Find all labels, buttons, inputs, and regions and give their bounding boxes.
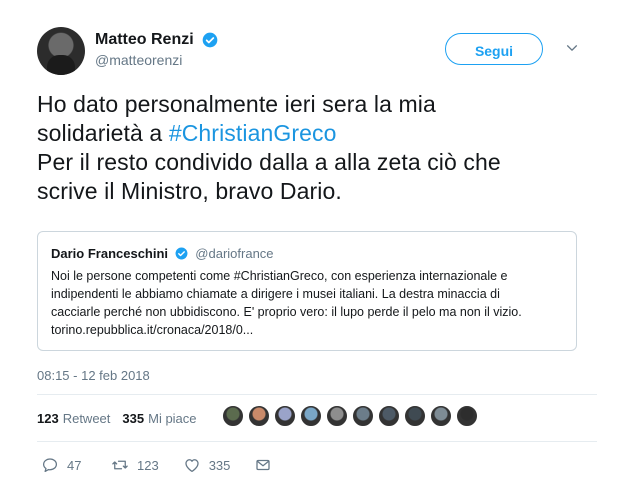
quoted-header: Dario Franceschini @dariofrance <box>51 246 274 261</box>
quoted-text-line: Noi le persone competenti come #Christia… <box>51 269 508 283</box>
like-label[interactable]: Mi piace <box>148 411 196 426</box>
follow-button[interactable]: Segui <box>445 33 543 65</box>
envelope-icon <box>256 459 271 471</box>
tweet-card: Matteo Renzi @matteorenzi Segui Ho dato … <box>0 0 617 478</box>
quoted-link[interactable]: torino.repubblica.it/cronaca/2018/0... <box>51 321 571 339</box>
liker-avatar[interactable] <box>326 405 348 427</box>
heart-icon <box>185 459 199 473</box>
tweet-text-line: scrive il Ministro, bravo Dario. <box>37 178 342 204</box>
tweet-timestamp[interactable]: 08:15 - 12 feb 2018 <box>37 368 150 383</box>
retweet-label[interactable]: Retweet <box>63 411 111 426</box>
tweet-header: Matteo Renzi @matteorenzi Segui <box>37 27 587 79</box>
author-info: Matteo Renzi @matteorenzi <box>95 31 218 68</box>
reply-count: 47 <box>67 457 82 473</box>
tweet-text-segment: solidarietà a <box>37 120 169 146</box>
tweet-stats: 123 Retweet 335 Mi piace <box>37 405 209 431</box>
liker-avatar[interactable] <box>222 405 244 427</box>
liker-avatars <box>222 405 482 427</box>
liker-avatar[interactable] <box>352 405 374 427</box>
like-action-count: 335 <box>208 457 231 473</box>
quoted-text-line: cacciarle perché non ubbidiscono. E' pro… <box>51 305 522 319</box>
quoted-text-line: indipendenti le abbiamo chiamate a dirig… <box>51 287 500 301</box>
author-name[interactable]: Matteo Renzi <box>95 31 194 49</box>
retweet-button[interactable]: 123 <box>111 456 159 474</box>
tweet-text: Ho dato personalmente ieri sera la mia s… <box>37 90 597 206</box>
tweet-text-line: Ho dato personalmente ieri sera la mia <box>37 91 436 117</box>
like-count[interactable]: 335 <box>122 411 144 426</box>
chevron-down-icon[interactable] <box>565 41 579 55</box>
tweet-text-line: solidarietà a #ChristianGreco <box>37 119 597 148</box>
retweet-count[interactable]: 123 <box>37 411 59 426</box>
reply-icon <box>42 458 58 473</box>
tweet-actions: 47 123 335 <box>41 456 304 474</box>
reply-button[interactable]: 47 <box>41 456 87 474</box>
liker-avatar[interactable] <box>300 405 322 427</box>
liker-avatar[interactable] <box>248 405 270 427</box>
quoted-author-handle: @dariofrance <box>195 246 274 261</box>
liker-avatar[interactable] <box>378 405 400 427</box>
liker-avatar[interactable] <box>430 405 452 427</box>
quoted-tweet[interactable]: Dario Franceschini @dariofrance Noi le p… <box>37 231 577 351</box>
hashtag-link[interactable]: #ChristianGreco <box>169 120 337 146</box>
author-avatar[interactable] <box>37 27 85 75</box>
divider <box>37 394 597 395</box>
quoted-text: Noi le persone competenti come #Christia… <box>51 267 571 339</box>
liker-avatar[interactable] <box>404 405 426 427</box>
liker-avatar[interactable] <box>274 405 296 427</box>
quoted-author-name: Dario Franceschini <box>51 246 169 261</box>
verified-badge-icon <box>175 247 188 260</box>
author-handle[interactable]: @matteorenzi <box>95 52 218 68</box>
divider <box>37 441 597 442</box>
message-button[interactable] <box>254 456 280 474</box>
liker-avatar[interactable] <box>456 405 478 427</box>
retweet-icon <box>112 460 128 470</box>
tweet-text-line: Per il resto condivido dalla a alla zeta… <box>37 149 501 175</box>
like-button[interactable]: 335 <box>183 456 231 474</box>
verified-badge-icon <box>202 32 218 48</box>
retweet-action-count: 123 <box>137 457 159 473</box>
